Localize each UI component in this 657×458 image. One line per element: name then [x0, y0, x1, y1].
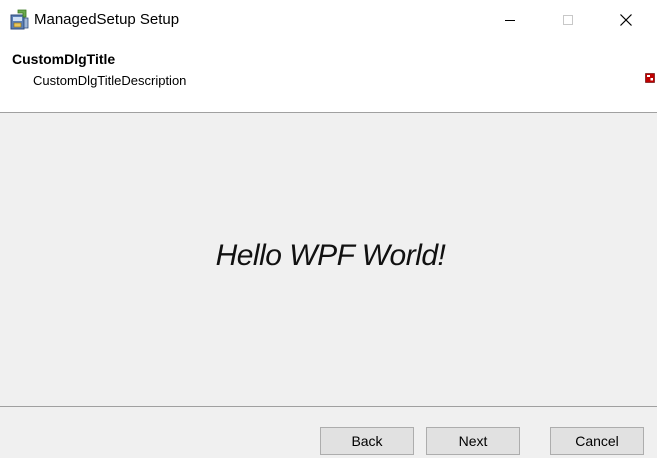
- close-icon: [620, 14, 632, 26]
- dialog-body: Hello WPF World!: [0, 113, 657, 406]
- banner-image-icon: [645, 70, 655, 83]
- maximize-icon: [563, 15, 573, 25]
- header-banner: CustomDlgTitle CustomDlgTitleDescription: [0, 40, 657, 113]
- back-button[interactable]: Back: [320, 427, 414, 455]
- installer-icon: [9, 9, 29, 31]
- close-button[interactable]: [597, 0, 655, 40]
- minimize-button[interactable]: [481, 0, 539, 40]
- hello-message: Hello WPF World!: [215, 239, 446, 272]
- dialog-description: CustomDlgTitleDescription: [33, 73, 187, 88]
- maximize-button[interactable]: [539, 0, 597, 40]
- cancel-button[interactable]: Cancel: [550, 427, 644, 455]
- title-bar[interactable]: ManagedSetup Setup: [0, 0, 657, 40]
- window-title: ManagedSetup Setup: [34, 11, 180, 28]
- next-button[interactable]: Next: [426, 427, 520, 455]
- dialog-title: CustomDlgTitle: [12, 51, 116, 67]
- setup-window: ManagedSetup Setup CustomDlgTitle Custom…: [0, 0, 657, 458]
- button-bar: Back Next Cancel: [0, 406, 657, 458]
- minimize-icon: [505, 20, 515, 21]
